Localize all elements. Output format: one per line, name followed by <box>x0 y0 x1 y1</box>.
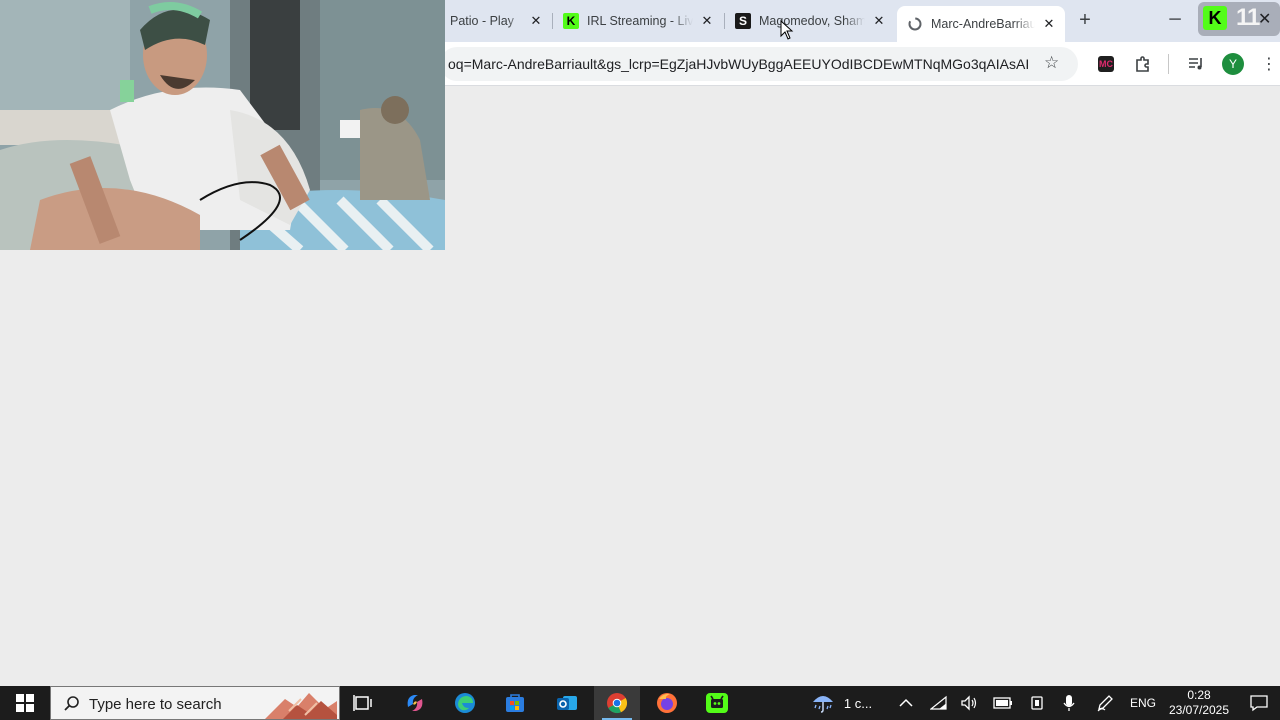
volume-icon[interactable] <box>958 686 980 720</box>
tab-title: Magomedov, Shamil <box>759 14 865 28</box>
tab-title: Patio - Play <box>450 14 514 28</box>
microphone-icon[interactable] <box>1058 686 1080 720</box>
weather-text[interactable]: 1 c... <box>840 686 876 720</box>
wifi-icon[interactable] <box>928 686 950 720</box>
streaming-app-icon[interactable] <box>704 686 730 720</box>
extensions-puzzle-icon[interactable] <box>1131 52 1155 76</box>
close-icon[interactable]: ✕ <box>1041 16 1057 32</box>
minimize-button[interactable]: ─ <box>1164 9 1186 31</box>
close-icon[interactable]: ✕ <box>871 13 887 29</box>
windows-logo-icon <box>16 694 34 712</box>
tab-title: IRL Streaming - Live <box>587 14 693 28</box>
more-menu-icon[interactable]: ⋮ <box>1257 52 1280 76</box>
tab-marc-andre[interactable]: Marc-AndreBarriault ✕ <box>897 6 1065 42</box>
clock[interactable]: 0:28 23/07/2025 <box>1162 688 1236 718</box>
media-control-icon[interactable] <box>1184 52 1208 76</box>
close-icon[interactable]: ✕ <box>528 13 544 29</box>
language-indicator[interactable]: ENG <box>1126 686 1160 720</box>
window-close-button[interactable]: ✕ <box>1258 9 1271 29</box>
webcam-overlay <box>0 0 445 250</box>
start-button[interactable] <box>10 686 40 720</box>
notifications-icon[interactable] <box>1246 686 1272 720</box>
search-placeholder: Type here to search <box>89 696 222 713</box>
device-icon[interactable] <box>1026 686 1048 720</box>
close-icon[interactable]: ✕ <box>699 13 715 29</box>
tab-title: Marc-AndreBarriault <box>931 17 1035 31</box>
kick-logo-icon: K <box>1203 6 1227 30</box>
profile-avatar[interactable]: Y <box>1221 52 1245 76</box>
search-highlight-image <box>265 693 337 719</box>
taskbar-search-input[interactable]: Type here to search <box>50 686 340 720</box>
bookmark-star-icon[interactable]: ☆ <box>1044 53 1059 73</box>
battery-icon[interactable] <box>992 686 1014 720</box>
clock-date: 23/07/2025 <box>1168 703 1230 717</box>
tab-patio[interactable]: Patio - Play ✕ <box>440 7 552 35</box>
extension-mc-icon[interactable]: MC <box>1094 52 1118 76</box>
viewer-count: 11 <box>1236 4 1260 31</box>
chrome-icon[interactable] <box>604 686 630 720</box>
copilot-icon[interactable] <box>402 686 428 720</box>
weather-rain-icon[interactable] <box>808 686 838 720</box>
address-bar[interactable]: oq=Marc-AndreBarriault&gs_lcrp=EgZjaHJvb… <box>440 47 1078 81</box>
new-tab-button[interactable]: + <box>1074 8 1096 32</box>
google-favicon-icon <box>907 16 923 32</box>
kick-favicon-icon: K <box>563 13 579 29</box>
chevron-up-icon[interactable] <box>896 686 916 720</box>
tab-irl-streaming[interactable]: K IRL Streaming - Live ✕ <box>553 7 723 35</box>
outlook-icon[interactable] <box>554 686 580 720</box>
mouse-cursor-icon <box>780 20 794 40</box>
profile-initial: Y <box>1222 53 1244 75</box>
tab-magomedov[interactable]: S Magomedov, Shamil ✕ <box>725 7 895 35</box>
microsoft-store-icon[interactable] <box>502 686 528 720</box>
task-view-icon[interactable] <box>350 686 376 720</box>
webcam-video <box>0 0 445 250</box>
extension-label: MC <box>1098 56 1114 72</box>
search-icon <box>64 696 79 711</box>
sherdog-favicon-icon: S <box>735 13 751 29</box>
clock-time: 0:28 <box>1187 688 1211 702</box>
windows-taskbar: Type here to search <box>0 686 1280 720</box>
toolbar-divider <box>1168 54 1169 74</box>
pen-icon[interactable] <box>1094 686 1116 720</box>
url-text[interactable]: oq=Marc-AndreBarriault&gs_lcrp=EgZjaHJvb… <box>448 56 1028 72</box>
edge-icon[interactable] <box>452 686 478 720</box>
firefox-icon[interactable] <box>654 686 680 720</box>
screen: Patio - Play ✕ K IRL Streaming - Live ✕ … <box>0 0 1280 720</box>
